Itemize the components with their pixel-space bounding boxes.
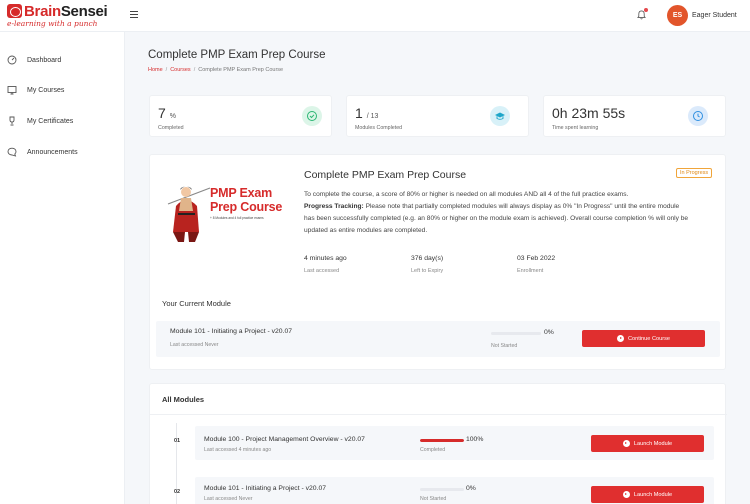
module-status: Not Started <box>420 496 447 502</box>
sidebar-item-label: My Certificates <box>27 117 74 125</box>
launch-module-button[interactable]: Launch Module <box>591 486 704 503</box>
progress-tracking-note: Progress Tracking: Please note that part… <box>304 203 680 210</box>
play-circle-icon <box>622 440 630 447</box>
course-image-subtitle: + 8 Modules and 4 full practice exams <box>210 216 264 220</box>
progress-tracking-note: updated as entire modules are completed. <box>304 227 428 234</box>
enrollment-value: 03 Feb 2022 <box>517 255 556 262</box>
user-name[interactable]: Eager Student <box>692 12 737 19</box>
stat-value: 7 % <box>158 105 176 121</box>
sidebar-item-my-courses[interactable]: My Courses <box>7 83 117 97</box>
module-last-accessed: Last accessed Never <box>170 342 219 348</box>
module-progress-bar <box>420 488 464 491</box>
last-accessed-label: Last accessed <box>304 268 340 274</box>
brand-name: BrainSensei <box>24 3 108 20</box>
module-name: Module 101 - Initiating a Project - v20.… <box>170 328 293 335</box>
brand-logo[interactable]: BrainSensei e-learning with a punch <box>7 3 117 29</box>
continue-course-button[interactable]: Continue Course <box>582 330 705 347</box>
module-status: Completed <box>420 447 446 453</box>
stat-card-modules: 1 / 13 Modules Completed <box>346 95 529 137</box>
current-module-heading: Your Current Module <box>162 299 231 308</box>
module-last-accessed: Last accessed Never <box>204 496 253 502</box>
module-percent: 0% <box>544 329 554 336</box>
current-module-row: Module 101 - Initiating a Project - v20.… <box>156 321 720 357</box>
launch-module-button[interactable]: Launch Module <box>591 435 704 452</box>
breadcrumb: Home / Courses / Complete PMP Exam Prep Cour… <box>148 67 284 73</box>
module-progress-bar <box>420 439 464 442</box>
module-row: Module 100 - Project Management Overview… <box>195 426 714 460</box>
sidebar-item-label: Announcements <box>27 148 78 156</box>
check-circle-icon <box>302 106 322 126</box>
module-percent: 0% <box>466 485 476 492</box>
brain-logo-icon <box>7 4 22 18</box>
last-accessed-value: 4 minutes ago <box>304 255 347 262</box>
course-image-title: Prep Course <box>210 200 283 214</box>
module-name: Module 101 - Initiating a Project - v20.… <box>204 485 327 492</box>
stat-label: Completed <box>158 125 184 131</box>
stat-label: Time spent learning <box>552 125 599 131</box>
module-name: Module 100 - Project Management Overview… <box>204 436 365 443</box>
stat-card-time: 0h 23m 55s Time spent learning <box>543 95 726 137</box>
page-title: Complete PMP Exam Prep Course <box>148 49 326 61</box>
module-row: Module 101 - Initiating a Project - v20.… <box>195 477 714 504</box>
play-circle-icon <box>622 491 630 498</box>
module-progress-bar <box>491 332 541 335</box>
trophy-icon <box>7 116 17 126</box>
course-title: Complete PMP Exam Prep Course <box>304 169 467 181</box>
stat-card-completed: 7 % Completed <box>149 95 332 137</box>
brand-tagline: e-learning with a punch <box>7 19 98 28</box>
module-number: 01 <box>174 438 181 444</box>
enrollment-label: Enrollment <box>517 268 544 274</box>
sidebar-item-dashboard[interactable]: Dashboard <box>7 53 117 67</box>
module-percent: 100% <box>466 436 484 443</box>
module-last-accessed: Last accessed 4 minutes ago <box>204 447 272 453</box>
module-number: 02 <box>174 489 181 495</box>
breadcrumb-courses[interactable]: Courses <box>170 67 190 73</box>
divider <box>150 414 727 415</box>
stat-label: Modules Completed <box>355 125 403 131</box>
stat-value: 1 / 13 <box>355 105 379 121</box>
gauge-icon <box>7 55 17 65</box>
sidebar: Dashboard My Courses My Certificates Ann… <box>0 32 125 504</box>
course-image[interactable]: PMP Exam Prep Course + 8 Modules and 4 f… <box>164 176 282 242</box>
all-modules-heading: All Modules <box>162 395 205 404</box>
sidebar-item-my-certificates[interactable]: My Certificates <box>7 114 117 128</box>
breadcrumb-home[interactable]: Home <box>148 67 163 73</box>
expiry-label: Left to Expiry <box>411 268 444 274</box>
expiry-value: 376 day(s) <box>411 255 444 262</box>
progress-tracking-note: has been successfully completed (e.g. an… <box>304 215 689 222</box>
course-card: PMP Exam Prep Course + 8 Modules and 4 f… <box>149 154 726 370</box>
sidebar-item-label: My Courses <box>27 86 65 94</box>
avatar[interactable]: ES <box>667 5 688 26</box>
breadcrumb-current: Complete PMP Exam Prep Course <box>198 67 284 73</box>
course-image-title: PMP Exam <box>210 186 273 200</box>
graduation-cap-icon <box>490 106 510 126</box>
course-description: To complete the course, a score of 80% o… <box>304 191 629 198</box>
status-badge: In Progress <box>676 168 713 178</box>
top-bar: BrainSensei e-learning with a punch ES E… <box>0 0 750 32</box>
play-circle-icon <box>617 335 624 342</box>
hamburger-icon[interactable] <box>130 11 138 18</box>
module-status: Not Started <box>491 343 518 349</box>
courses-icon <box>7 85 17 95</box>
module-progress-fill <box>420 439 464 442</box>
chat-icon <box>7 147 17 157</box>
stat-value: 0h 23m 55s <box>552 105 626 121</box>
sidebar-item-label: Dashboard <box>27 56 62 64</box>
sidebar-item-announcements[interactable]: Announcements <box>7 145 117 159</box>
notification-dot <box>644 8 648 12</box>
clock-icon <box>688 106 708 126</box>
